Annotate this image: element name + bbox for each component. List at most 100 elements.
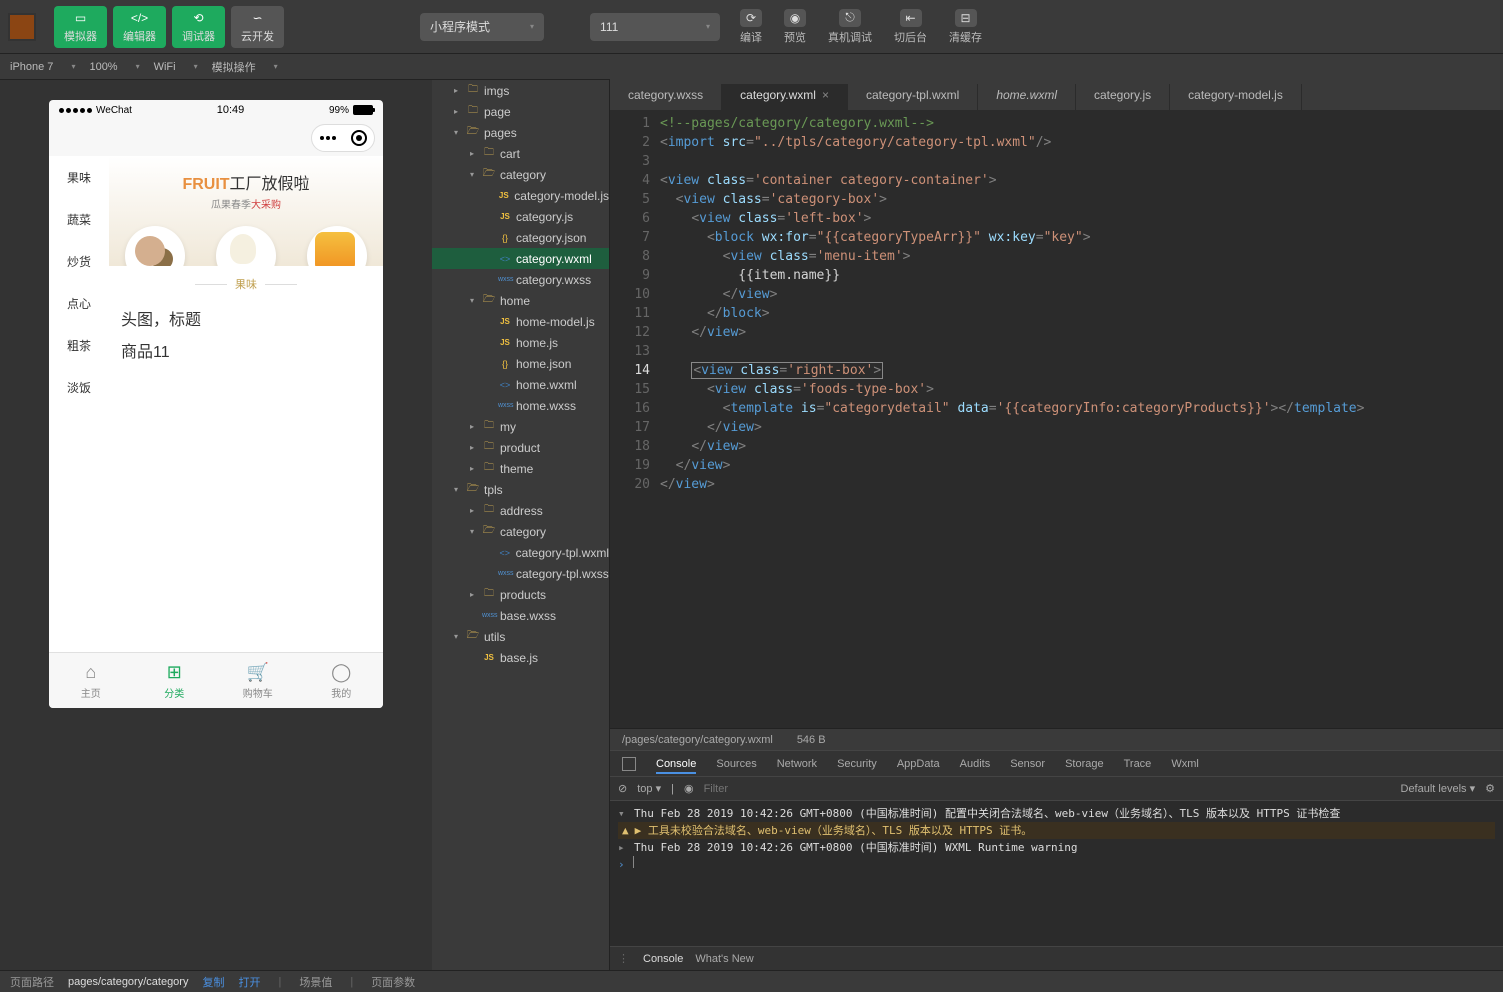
file-item[interactable]: {}category.json <box>432 227 609 248</box>
folder-item[interactable]: ▸🗀my <box>432 416 609 437</box>
devtools-tab[interactable]: Wxml <box>1171 758 1199 770</box>
mode-select[interactable]: 小程序模式▾ <box>420 13 544 41</box>
debugger-button[interactable]: ⟲调试器 <box>172 6 225 48</box>
drawer-drag-icon[interactable]: ⋮ <box>618 952 631 965</box>
file-item[interactable]: <>home.wxml <box>432 374 609 395</box>
top-toolbar: ▭模拟器 </>编辑器 ⟲调试器 ∽云开发 小程序模式▾ 111▾ ⟳编译 ◉预… <box>0 0 1503 54</box>
file-tree[interactable]: ▸🗀imgs▸🗀page▾🗁pages▸🗀cart▾🗁categoryJScat… <box>432 80 610 970</box>
zoom-select[interactable]: 100%▾ <box>89 61 139 73</box>
editor-tab[interactable]: category.js <box>1076 80 1170 110</box>
editor-tab[interactable]: category-tpl.wxml <box>848 80 978 110</box>
category-item[interactable]: 蔬菜 <box>49 198 109 240</box>
drawer-console-tab[interactable]: Console <box>643 953 683 965</box>
devtools-tab[interactable]: Network <box>777 758 817 770</box>
cloud-button[interactable]: ∽云开发 <box>231 6 284 48</box>
phone-status-bar: WeChat 10:49 99% <box>49 100 383 120</box>
sim-op-select[interactable]: 模拟操作▾ <box>212 59 278 75</box>
folder-item[interactable]: ▸🗀address <box>432 500 609 521</box>
file-item[interactable]: <>category-tpl.wxml <box>432 542 609 563</box>
category-item[interactable]: 淡饭 <box>49 366 109 408</box>
folder-item[interactable]: ▸🗀page <box>432 101 609 122</box>
file-item[interactable]: wxsscategory-tpl.wxss <box>432 563 609 584</box>
devtools-tab[interactable]: Audits <box>960 758 991 770</box>
whats-new-tab[interactable]: What's New <box>695 953 753 965</box>
remote-debug-button[interactable]: ⎋真机调试 <box>820 5 880 49</box>
clear-cache-button[interactable]: ⊟清缓存 <box>941 5 990 49</box>
log-levels-select[interactable]: Default levels ▾ <box>1401 782 1476 795</box>
folder-item[interactable]: ▾🗁pages <box>432 122 609 143</box>
devtools-tab[interactable]: Sensor <box>1010 758 1045 770</box>
folder-item[interactable]: ▸🗀product <box>432 437 609 458</box>
folder-item[interactable]: ▸🗀theme <box>432 458 609 479</box>
file-item[interactable]: wxsscategory.wxss <box>432 269 609 290</box>
context-select[interactable]: top ▾ <box>637 782 661 795</box>
category-item[interactable]: 粗茶 <box>49 324 109 366</box>
compile-button[interactable]: ⟳编译 <box>732 5 770 49</box>
file-item[interactable]: JSbase.js <box>432 647 609 668</box>
tabbar-item[interactable]: ◯我的 <box>300 653 384 708</box>
editor-tab[interactable]: category.wxml× <box>722 80 848 110</box>
category-sidebar: 果味蔬菜炒货点心粗茶淡饭 <box>49 156 109 652</box>
console-output[interactable]: ▾Thu Feb 28 2019 10:42:26 GMT+0800 (中国标准… <box>610 801 1503 946</box>
editor-tabs <box>610 54 1503 84</box>
folder-item[interactable]: ▸🗀imgs <box>432 80 609 101</box>
copy-path-link[interactable]: 复制 <box>202 974 224 990</box>
file-item[interactable]: JScategory.js <box>432 206 609 227</box>
editor-tab[interactable]: category-model.js <box>1170 80 1302 110</box>
capsule-button[interactable] <box>311 124 375 152</box>
category-item[interactable]: 炒货 <box>49 240 109 282</box>
background-button[interactable]: ⇤切后台 <box>886 5 935 49</box>
folder-item[interactable]: ▾🗁category <box>432 521 609 542</box>
network-select[interactable]: WiFi▾ <box>154 61 198 73</box>
bottom-status-bar: 页面路径 pages/category/category 复制 打开 | 场景值… <box>0 970 1503 992</box>
simulator-button[interactable]: ▭模拟器 <box>54 6 107 48</box>
file-item[interactable]: wxsshome.wxss <box>432 395 609 416</box>
tabbar-item[interactable]: ⊞分类 <box>133 653 217 708</box>
folder-item[interactable]: ▾🗁home <box>432 290 609 311</box>
product-title: 头图，标题 <box>109 302 383 334</box>
file-item[interactable]: JShome.js <box>432 332 609 353</box>
phone-tabbar: ⌂主页⊞分类🛒购物车◯我的 <box>49 652 383 708</box>
tabbar-item[interactable]: ⌂主页 <box>49 653 133 708</box>
file-item[interactable]: JScategory-model.js <box>432 185 609 206</box>
file-item[interactable]: JShome-model.js <box>432 311 609 332</box>
code-editor[interactable]: 1234567891011121314151617181920 <!--page… <box>610 110 1503 728</box>
devtools-tab[interactable]: AppData <box>897 758 940 770</box>
product-item: 商品11 <box>109 334 383 366</box>
devtools-panel: Console Sources Network Security AppData Audi… <box>610 750 1503 970</box>
folder-item[interactable]: ▾🗁utils <box>432 626 609 647</box>
folder-item[interactable]: ▸🗀products <box>432 584 609 605</box>
element-inspector-icon[interactable] <box>622 757 636 771</box>
devtools-tab[interactable]: Sources <box>716 758 756 770</box>
device-select[interactable]: iPhone 7▾ <box>10 61 75 73</box>
simulator-panel: WeChat 10:49 99% 果味蔬菜炒货点心粗茶淡饭 FRUIT工厂放假啦… <box>0 80 432 970</box>
phone-nav-bar <box>49 120 383 156</box>
file-item[interactable]: {}home.json <box>432 353 609 374</box>
editor-tabs-real: category.wxsscategory.wxml×category-tpl.… <box>610 80 1503 110</box>
file-item[interactable]: wxssbase.wxss <box>432 605 609 626</box>
category-item[interactable]: 点心 <box>49 282 109 324</box>
project-select[interactable]: 111▾ <box>590 13 720 41</box>
editor-tab[interactable]: category.wxss <box>610 80 722 110</box>
category-label: 果味 <box>109 266 383 302</box>
devtools-tab[interactable]: Security <box>837 758 877 770</box>
folder-item[interactable]: ▾🗁category <box>432 164 609 185</box>
devtools-tab[interactable]: Storage <box>1065 758 1104 770</box>
console-filter-input[interactable] <box>704 783 1391 795</box>
preview-button[interactable]: ◉预览 <box>776 5 814 49</box>
app-logo <box>8 13 36 41</box>
banner: FRUIT工厂放假啦 瓜果春季大采购 <box>109 156 383 266</box>
file-item[interactable]: <>category.wxml <box>432 248 609 269</box>
folder-item[interactable]: ▾🗁tpls <box>432 479 609 500</box>
devtools-tab[interactable]: Console <box>656 758 696 774</box>
open-path-link[interactable]: 打开 <box>238 974 260 990</box>
phone-frame: WeChat 10:49 99% 果味蔬菜炒货点心粗茶淡饭 FRUIT工厂放假啦… <box>49 100 383 708</box>
devtools-tab[interactable]: Trace <box>1124 758 1152 770</box>
clear-console-icon[interactable]: ⊘ <box>618 782 627 795</box>
editor-tab[interactable]: home.wxml <box>978 80 1076 110</box>
editor-button[interactable]: </>编辑器 <box>113 6 166 48</box>
console-settings-icon[interactable]: ⚙ <box>1485 782 1495 795</box>
folder-item[interactable]: ▸🗀cart <box>432 143 609 164</box>
tabbar-item[interactable]: 🛒购物车 <box>216 653 300 708</box>
category-item[interactable]: 果味 <box>49 156 109 198</box>
